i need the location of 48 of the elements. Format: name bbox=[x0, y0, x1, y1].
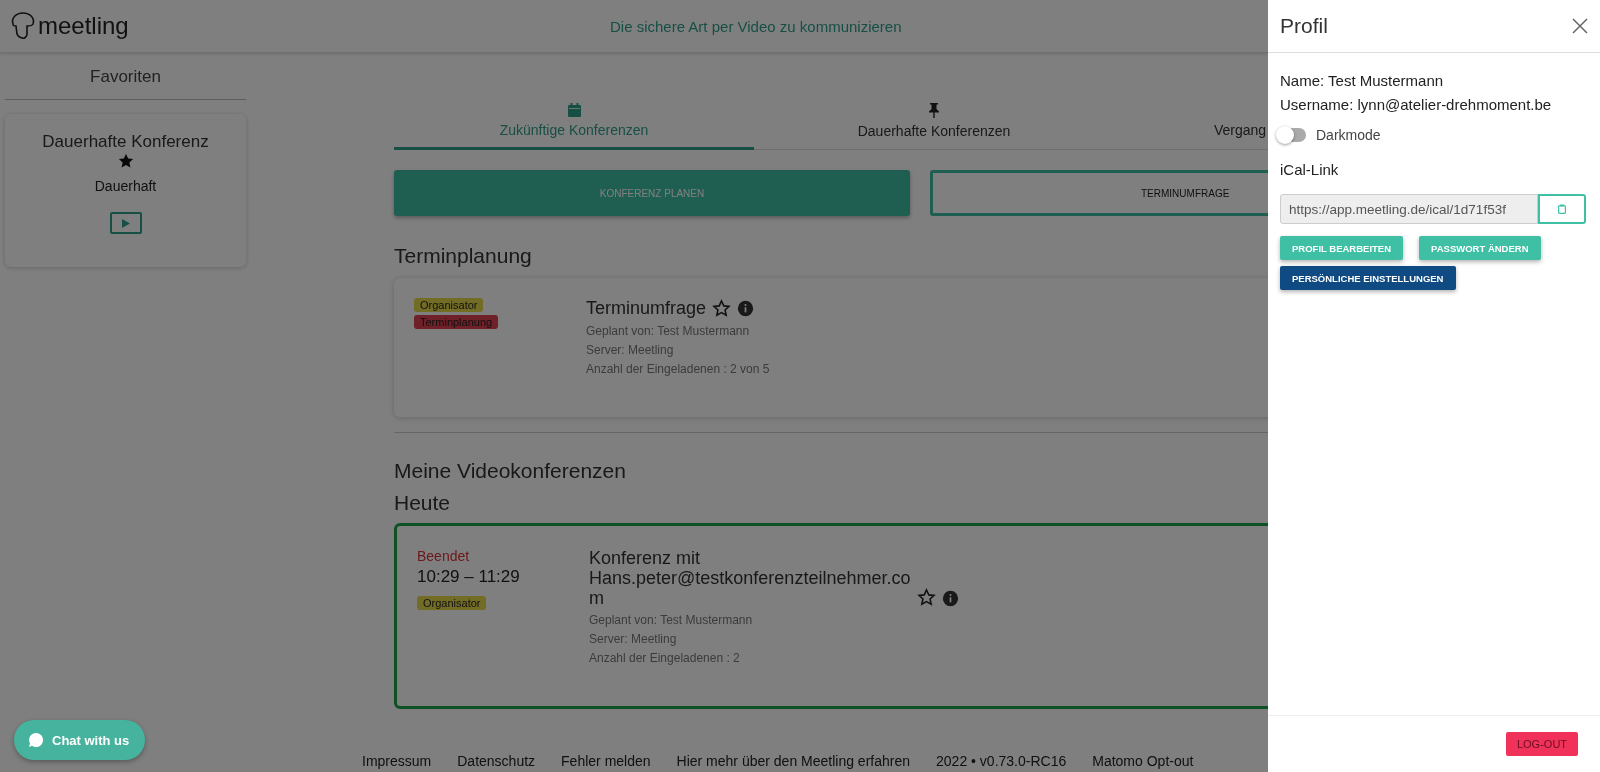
detail-text: Server: Meetling bbox=[589, 632, 678, 646]
play-icon bbox=[121, 218, 130, 228]
name-text: Name: Test Mustermann bbox=[1280, 71, 1445, 91]
tagline-text: Die sichere Art per Video zu kommunizieren bbox=[610, 17, 902, 35]
role-tag: Organisator bbox=[414, 298, 484, 312]
logo-text: meetling bbox=[38, 12, 129, 40]
drawer-title: Profil bbox=[1280, 14, 1328, 38]
role-tag: Organisator bbox=[417, 596, 487, 610]
role-tag: Terminplanung bbox=[414, 315, 499, 329]
star-outline-icon[interactable] bbox=[712, 299, 732, 318]
info-icon[interactable] bbox=[942, 590, 959, 607]
play-button[interactable] bbox=[109, 212, 142, 234]
favorite-title: Dauerhafte Konferenz bbox=[42, 132, 209, 152]
username-text: Username: lynn@atelier-drehmoment.be bbox=[1280, 95, 1553, 115]
footer-link[interactable]: Datenschutz bbox=[457, 753, 536, 769]
footer-link[interactable]: Hier mehr über den Meetling erfahren bbox=[676, 753, 911, 769]
status-text: Beendet bbox=[417, 548, 470, 564]
chat-button[interactable]: Chat with us bbox=[14, 720, 146, 760]
time-text: 10:29 – 11:29 bbox=[417, 567, 520, 587]
clipboard-icon bbox=[1558, 204, 1566, 214]
footer-link[interactable]: Impressum bbox=[362, 753, 432, 769]
close-button[interactable] bbox=[1572, 18, 1588, 34]
footer-link[interactable]: Matomo Opt-out bbox=[1092, 753, 1194, 769]
chat-bubble-icon bbox=[28, 732, 44, 748]
detail-text: Server: Meetling bbox=[586, 343, 675, 357]
logout-button[interactable]: LOG-OUT bbox=[1506, 732, 1578, 756]
detail-text: Geplant von: Test Mustermann bbox=[586, 324, 751, 338]
conference-title: Konferenz mit Hans.peter@testkonferenzteilnehmer.com bbox=[589, 548, 911, 608]
day-heading: Heute bbox=[394, 491, 451, 515]
detail-text: Anzahl der Eingeladenen : 2 von 5 bbox=[586, 362, 770, 376]
star-outline-icon[interactable] bbox=[917, 588, 936, 607]
detail-text: Anzahl der Eingeladenen : 2 bbox=[589, 651, 741, 665]
sidebar-title: Favoriten bbox=[5, 53, 246, 100]
section-heading: Meine Videokonferenzen bbox=[394, 459, 626, 483]
tab[interactable]: Dauerhafte Konferenzen bbox=[754, 103, 1114, 150]
footer-link[interactable]: Fehler melden bbox=[561, 753, 651, 769]
pin-icon bbox=[928, 103, 940, 118]
footer-link[interactable]: 2022 • v0.73.0-RC16 bbox=[936, 753, 1067, 769]
settings-button[interactable]: PERSÖNLICHE EINSTELLUNGEN bbox=[1280, 266, 1456, 290]
detail-text: Geplant von: Test Mustermann bbox=[589, 613, 754, 627]
ical-link-field[interactable]: https://app.meetling.de/ical/1d71f53f bbox=[1280, 194, 1538, 224]
conference-title: Terminumfrage bbox=[586, 298, 707, 319]
calendar-icon bbox=[567, 103, 581, 117]
section-heading: Terminplanung bbox=[394, 244, 532, 268]
darkmode-label: Darkmode bbox=[1316, 127, 1381, 143]
favorite-type: Dauerhaft bbox=[94, 178, 157, 194]
mushroom-logo-icon bbox=[10, 12, 36, 40]
info-icon[interactable] bbox=[737, 300, 755, 317]
